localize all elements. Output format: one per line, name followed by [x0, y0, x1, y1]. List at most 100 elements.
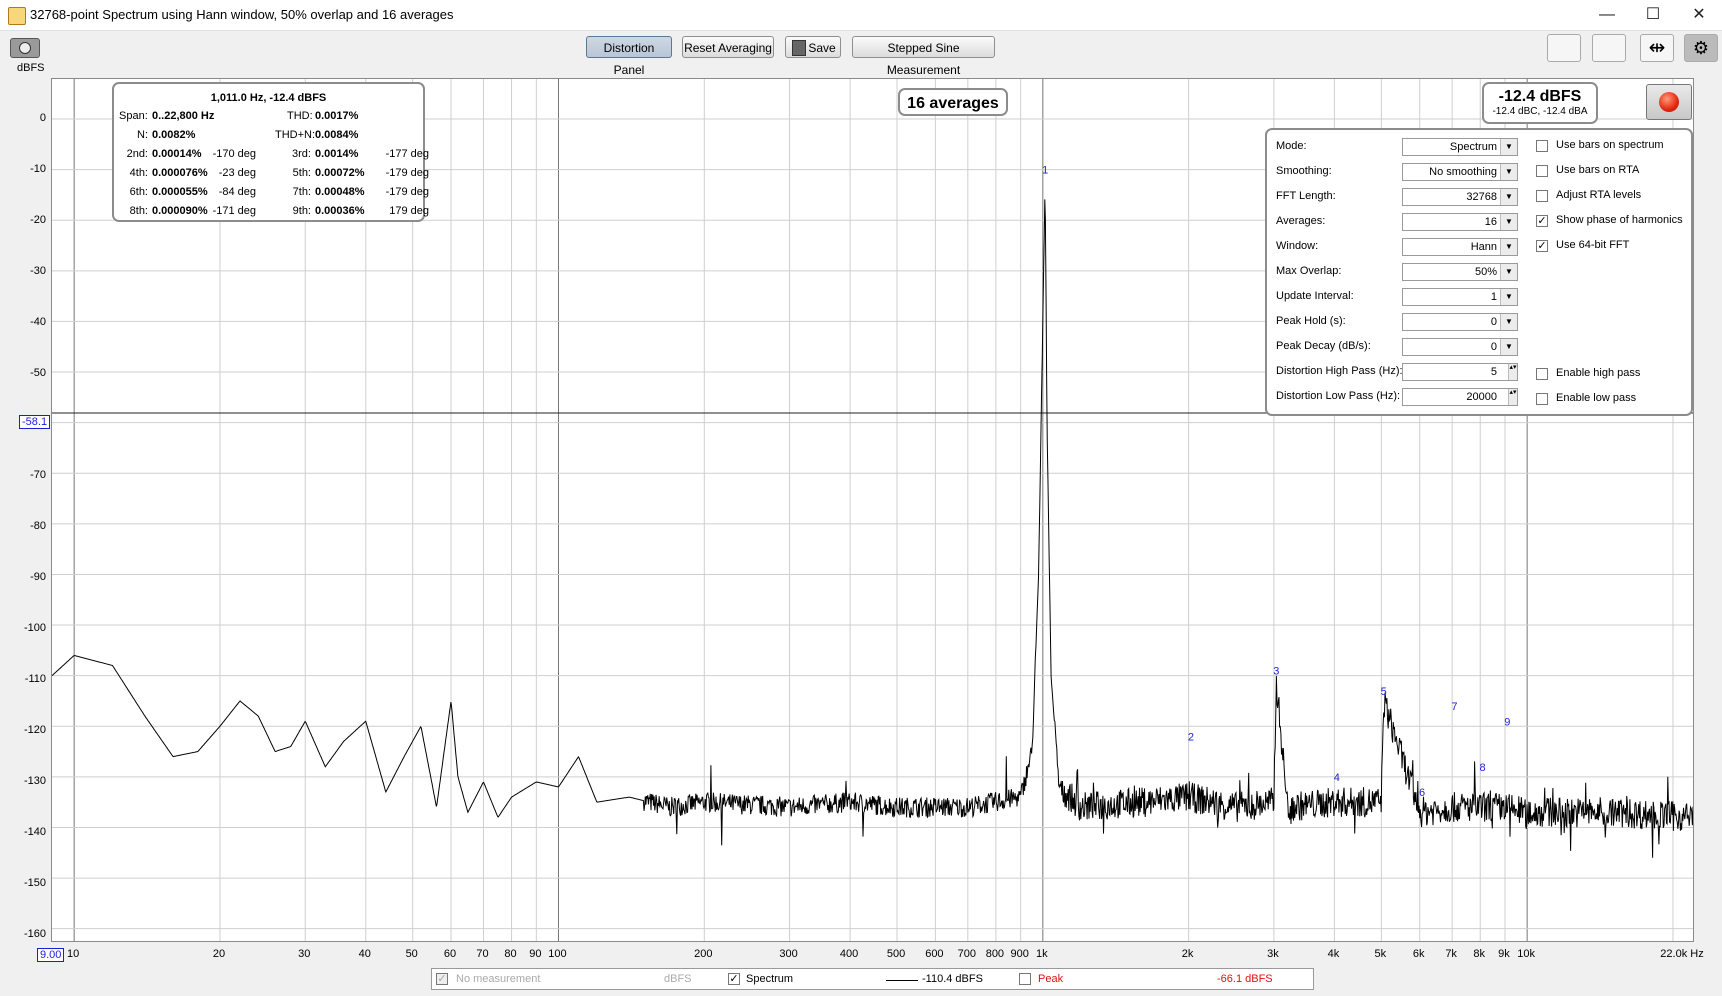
- graph-limits-icon[interactable]: [1547, 34, 1581, 62]
- option-label: Use 64-bit FFT: [1556, 239, 1630, 251]
- x-tick-label: 3k: [1267, 948, 1279, 960]
- control-dropdown[interactable]: 0: [1402, 338, 1518, 356]
- level-readout: -12.4 dBFS -12.4 dBC, -12.4 dBA: [1482, 82, 1598, 124]
- x-tick-label: 700: [957, 948, 976, 960]
- control-dropdown[interactable]: 16: [1402, 213, 1518, 231]
- columns-icon[interactable]: [1592, 34, 1626, 62]
- legend-bar: ✓ No measurement dBFS ✓ Spectrum -110.4 …: [431, 968, 1314, 990]
- level-sub: -12.4 dBC, -12.4 dBA: [1492, 106, 1588, 117]
- option-label: Use bars on RTA: [1556, 164, 1640, 176]
- harmonic-phase: -170 deg: [212, 148, 256, 160]
- spectrum-value: -110.4 dBFS: [922, 973, 983, 985]
- no-measurement-unit: dBFS: [664, 973, 692, 985]
- reset-averaging-button[interactable]: Reset Averaging: [682, 36, 774, 58]
- y-tick-label: 0: [39, 112, 46, 124]
- x-tick-label: 8k: [1473, 948, 1486, 960]
- camera-icon[interactable]: [10, 38, 40, 58]
- y-tick-label: -70: [30, 469, 46, 481]
- x-tick-label: 100: [548, 948, 567, 960]
- harmonic-marker: 7: [1451, 701, 1457, 713]
- control-label: Update Interval:: [1276, 290, 1354, 302]
- control-dropdown[interactable]: 32768: [1402, 188, 1518, 206]
- control-spinner[interactable]: 5: [1402, 363, 1518, 381]
- x-tick-label: 4k: [1327, 948, 1340, 960]
- option-checkbox[interactable]: [1536, 190, 1548, 202]
- option-checkbox[interactable]: [1536, 140, 1548, 152]
- control-label: Averages:: [1276, 215, 1326, 227]
- control-dropdown[interactable]: No smoothing: [1402, 163, 1518, 181]
- harmonic-marker: 3: [1273, 666, 1279, 678]
- spectrum-label: Spectrum: [746, 973, 794, 985]
- harmonic-marker: 8: [1480, 762, 1486, 774]
- minimize-button[interactable]: —: [1584, 0, 1630, 30]
- y-tick-label: -110: [24, 673, 46, 685]
- x-start-label: 9.00: [37, 948, 65, 962]
- window-title: 32768-point Spectrum using Hann window, …: [30, 7, 454, 22]
- harmonic-value: 0.000090%: [152, 205, 208, 217]
- control-dropdown[interactable]: 0: [1402, 313, 1518, 331]
- x-tick-label: 10: [67, 948, 80, 960]
- distortion-header: 1,011.0 Hz, -12.4 dBFS: [210, 92, 327, 104]
- controls-panel: Mode: Spectrum Smoothing: No smoothing FFT L…: [1265, 128, 1693, 416]
- noise-label: N:: [137, 129, 148, 141]
- settings-gear-icon[interactable]: ⚙: [1684, 34, 1718, 62]
- maximize-button[interactable]: ☐: [1630, 0, 1676, 30]
- harmonic-value: 0.000055%: [152, 186, 208, 198]
- x-tick-label: 70: [476, 948, 489, 960]
- y-tick-label: -50: [30, 367, 46, 379]
- option-checkbox[interactable]: ✓: [1536, 240, 1548, 252]
- option-checkbox[interactable]: ✓: [1536, 215, 1548, 227]
- peak-value: -66.1 dBFS: [1217, 973, 1273, 985]
- harmonic-phase: 179 deg: [389, 205, 429, 217]
- option-label: Adjust RTA levels: [1556, 189, 1642, 201]
- no-measurement-label: No measurement: [456, 973, 541, 985]
- x-tick-label: 200: [694, 948, 713, 960]
- enable-high-pass-label: Enable high pass: [1556, 367, 1641, 379]
- harmonic-label: 2nd:: [126, 148, 148, 160]
- averages-badge: 16 averages: [898, 88, 1008, 116]
- no-measurement-checkbox[interactable]: ✓: [436, 973, 448, 985]
- stepped-sine-measurement-button[interactable]: Stepped Sine Measurement: [852, 36, 995, 77]
- x-tick-label: 40: [358, 948, 371, 960]
- harmonic-label: 8th:: [129, 205, 148, 217]
- control-dropdown[interactable]: 50%: [1402, 263, 1518, 281]
- harmonic-phase: -179 deg: [385, 167, 429, 179]
- harmonic-value: 0.0014%: [315, 148, 359, 160]
- control-dropdown[interactable]: Spectrum: [1402, 138, 1518, 156]
- harmonic-value: 0.00048%: [315, 186, 365, 198]
- harmonic-marker: 1: [1042, 165, 1048, 177]
- x-tick-label: 2k: [1181, 948, 1194, 960]
- record-button[interactable]: [1646, 84, 1692, 120]
- spectrum-checkbox[interactable]: ✓: [728, 973, 740, 985]
- y-tick-label: -140: [23, 826, 46, 838]
- harmonic-phase: -171 deg: [212, 205, 256, 217]
- x-tick-label: 6k: [1412, 948, 1425, 960]
- option-checkbox[interactable]: [1536, 165, 1548, 177]
- control-spinner[interactable]: 20000: [1402, 388, 1518, 406]
- thd-value: 0.0017%: [315, 110, 359, 122]
- span-label: Span:: [119, 110, 148, 122]
- control-dropdown[interactable]: 1: [1402, 288, 1518, 306]
- fit-arrows-icon[interactable]: ⇹: [1640, 34, 1674, 62]
- y-axis-unit: dBFS: [17, 62, 45, 74]
- harmonic-label: 9th:: [292, 205, 311, 217]
- spectrum-line-swatch: [886, 980, 918, 981]
- cursor-value-label: -58.1: [19, 415, 51, 429]
- close-button[interactable]: ✕: [1676, 0, 1722, 30]
- thdn-value: 0.0084%: [315, 129, 359, 141]
- title-bar: 32768-point Spectrum using Hann window, …: [0, 0, 1722, 31]
- save-icon: [792, 40, 806, 56]
- enable-high-pass-checkbox[interactable]: [1536, 368, 1548, 380]
- noise-value: 0.0082%: [152, 129, 196, 141]
- peak-checkbox[interactable]: [1019, 973, 1031, 985]
- y-tick-label: -30: [30, 265, 46, 277]
- y-tick-label: -160: [23, 928, 46, 940]
- distortion-panel-button[interactable]: Distortion Panel: [586, 36, 672, 77]
- y-tick-label: -80: [30, 520, 46, 532]
- enable-low-pass-checkbox[interactable]: [1536, 393, 1548, 405]
- control-label: Mode:: [1276, 140, 1307, 152]
- y-tick-label: -150: [23, 877, 46, 889]
- harmonic-marker: 6: [1419, 787, 1425, 799]
- harmonic-marker: 5: [1381, 686, 1387, 698]
- control-dropdown[interactable]: Hann: [1402, 238, 1518, 256]
